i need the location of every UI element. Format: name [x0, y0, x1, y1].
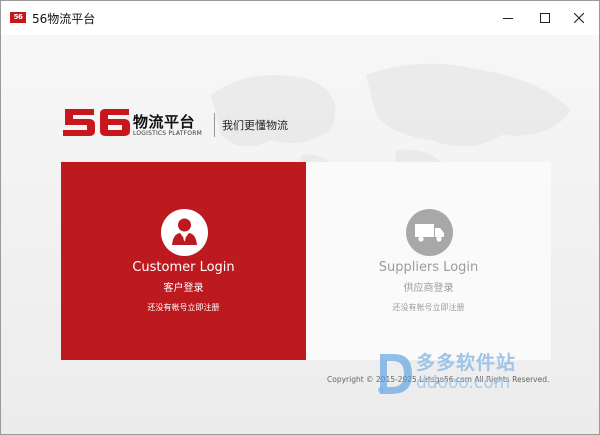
- customer-login-panel[interactable]: Customer Login 客户登录 还没有帐号立即注册: [61, 162, 306, 360]
- brand-subtitle: LOGISTICS PLATFORM: [133, 130, 202, 137]
- minimize-icon: [503, 18, 513, 19]
- customer-login-title[interactable]: Customer Login: [61, 260, 306, 275]
- brand-name: 物流平台: [133, 113, 196, 131]
- user-icon: [172, 218, 197, 245]
- customer-avatar-circle: [161, 209, 208, 256]
- main-content: 物流平台 LOGISTICS PLATFORM 我们更懂物流 Customer …: [1, 35, 599, 434]
- watermark-url: ddooo.com: [416, 373, 511, 393]
- slogan: 我们更懂物流: [222, 119, 288, 132]
- supplier-register-link[interactable]: 还没有帐号立即注册: [306, 302, 551, 313]
- maximize-icon: [540, 13, 550, 23]
- supplier-login-panel[interactable]: Suppliers Login 供应商登录 还没有帐号立即注册: [306, 162, 551, 360]
- supplier-icon-circle: [406, 209, 453, 256]
- logo-divider: [214, 113, 215, 137]
- truck-icon: [415, 224, 444, 242]
- app-icon: 56: [10, 12, 26, 23]
- close-button[interactable]: [563, 1, 595, 35]
- title-bar[interactable]: 56 56物流平台: [1, 1, 599, 35]
- brand-logo-56: [63, 109, 130, 136]
- app-window: 56 56物流平台 物流平台 LOGISTICS PLATFORM 我们更懂物流…: [0, 0, 600, 435]
- watermark-logo: [378, 354, 412, 394]
- minimize-button[interactable]: [492, 1, 524, 35]
- customer-register-link[interactable]: 还没有帐号立即注册: [61, 302, 306, 313]
- supplier-login-title-cn[interactable]: 供应商登录: [306, 279, 551, 294]
- customer-login-title-cn[interactable]: 客户登录: [61, 279, 306, 294]
- watermark-name: 多多软件站: [416, 352, 517, 374]
- maximize-button[interactable]: [529, 1, 561, 35]
- window-title: 56物流平台: [32, 12, 96, 26]
- supplier-login-title[interactable]: Suppliers Login: [306, 260, 551, 275]
- close-icon: [574, 13, 584, 23]
